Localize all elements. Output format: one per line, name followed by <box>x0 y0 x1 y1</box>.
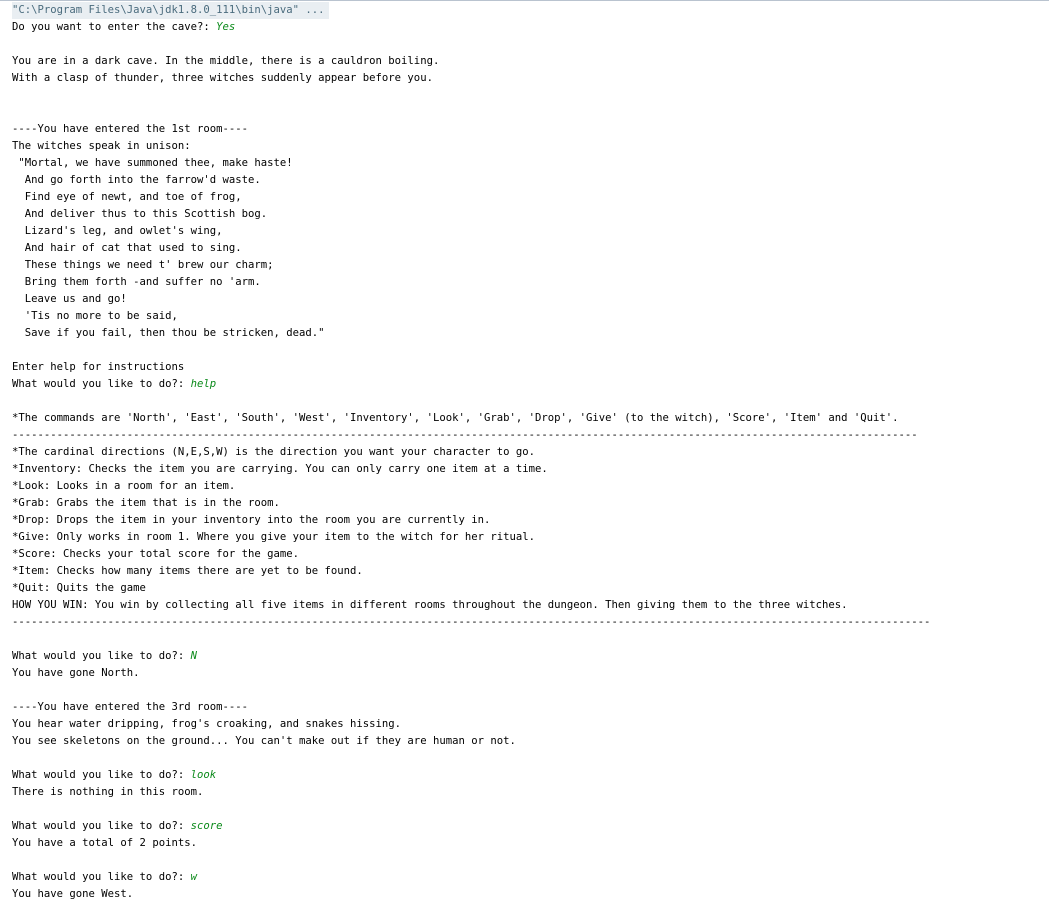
help-line: *Drop: Drops the item in your inventory … <box>12 514 491 526</box>
console-line: What would you like to do?: score <box>12 818 1049 835</box>
help-line: *Inventory: Checks the item you are carr… <box>12 463 548 475</box>
witches-speak-line: The witches speak in unison: <box>12 140 191 152</box>
console-line: What would you like to do?: w <box>12 869 1049 886</box>
user-input-n: N <box>190 650 197 662</box>
poem-line: Lizard's leg, and owlet's wing, <box>12 225 223 237</box>
console-line: What would you like to do?: look <box>12 767 1049 784</box>
divider-line: ----------------------------------------… <box>12 616 931 628</box>
divider-line: ----------------------------------------… <box>12 429 918 441</box>
room3-description: You hear water dripping, frog's croaking… <box>12 718 402 730</box>
help-hint-line: Enter help for instructions <box>12 361 185 373</box>
poem-line: "Mortal, we have summoned thee, make has… <box>12 157 293 169</box>
user-input-help: help <box>190 378 217 390</box>
help-line: HOW YOU WIN: You win by collecting all f… <box>12 599 848 611</box>
console-line: Do you want to enter the cave?: Yes <box>12 19 1049 36</box>
response-line: You have gone West. <box>12 888 134 900</box>
user-input-yes: Yes <box>216 21 236 33</box>
enter-cave-prompt: Do you want to enter the cave?: <box>12 21 217 33</box>
help-line: *The cardinal directions (N,E,S,W) is th… <box>12 446 535 458</box>
user-input-look: look <box>190 769 217 781</box>
console-line: What would you like to do?: help <box>12 376 1049 393</box>
user-input-score: score <box>190 820 223 832</box>
intro-line: With a clasp of thunder, three witches s… <box>12 72 433 84</box>
poem-line: 'Tis no more to be said, <box>12 310 178 322</box>
help-line: *Look: Looks in a room for an item. <box>12 480 236 492</box>
room3-header: ----You have entered the 3rd room---- <box>12 701 248 713</box>
action-prompt: What would you like to do?: <box>12 769 191 781</box>
poem-line: And hair of cat that used to sing. <box>12 242 242 254</box>
action-prompt: What would you like to do?: <box>12 820 191 832</box>
help-line: *Score: Checks your total score for the … <box>12 548 300 560</box>
poem-line: And go forth into the farrow'd waste. <box>12 174 261 186</box>
help-line: *Item: Checks how many items there are y… <box>12 565 363 577</box>
poem-line: Save if you fail, then thou be stricken,… <box>12 327 325 339</box>
console-output[interactable]: "C:\Program Files\Java\jdk1.8.0_111\bin\… <box>12 2 1049 903</box>
console-line: "C:\Program Files\Java\jdk1.8.0_111\bin\… <box>12 2 1049 19</box>
help-line: *Grab: Grabs the item that is in the roo… <box>12 497 280 509</box>
response-line: You have a total of 2 points. <box>12 837 197 849</box>
user-input-w: w <box>190 871 197 883</box>
action-prompt: What would you like to do?: <box>12 378 191 390</box>
commands-line: *The commands are 'North', 'East', 'Sout… <box>12 412 899 424</box>
help-line: *Give: Only works in room 1. Where you g… <box>12 531 535 543</box>
poem-line: Leave us and go! <box>12 293 127 305</box>
poem-line: Bring them forth -and suffer no 'arm. <box>12 276 261 288</box>
poem-line: Find eye of newt, and toe of frog, <box>12 191 242 203</box>
poem-line: These things we need t' brew our charm; <box>12 259 274 271</box>
intro-line: You are in a dark cave. In the middle, t… <box>12 55 440 67</box>
help-line: *Quit: Quits the game <box>12 582 146 594</box>
action-prompt: What would you like to do?: <box>12 871 191 883</box>
room3-description: You see skeletons on the ground... You c… <box>12 735 516 747</box>
response-line: You have gone North. <box>12 667 140 679</box>
poem-line: And deliver thus to this Scottish bog. <box>12 208 268 220</box>
room1-header: ----You have entered the 1st room---- <box>12 123 248 135</box>
response-line: There is nothing in this room. <box>12 786 204 798</box>
java-command-line[interactable]: "C:\Program Files\Java\jdk1.8.0_111\bin\… <box>12 2 329 19</box>
action-prompt: What would you like to do?: <box>12 650 191 662</box>
console-line: What would you like to do?: N <box>12 648 1049 665</box>
